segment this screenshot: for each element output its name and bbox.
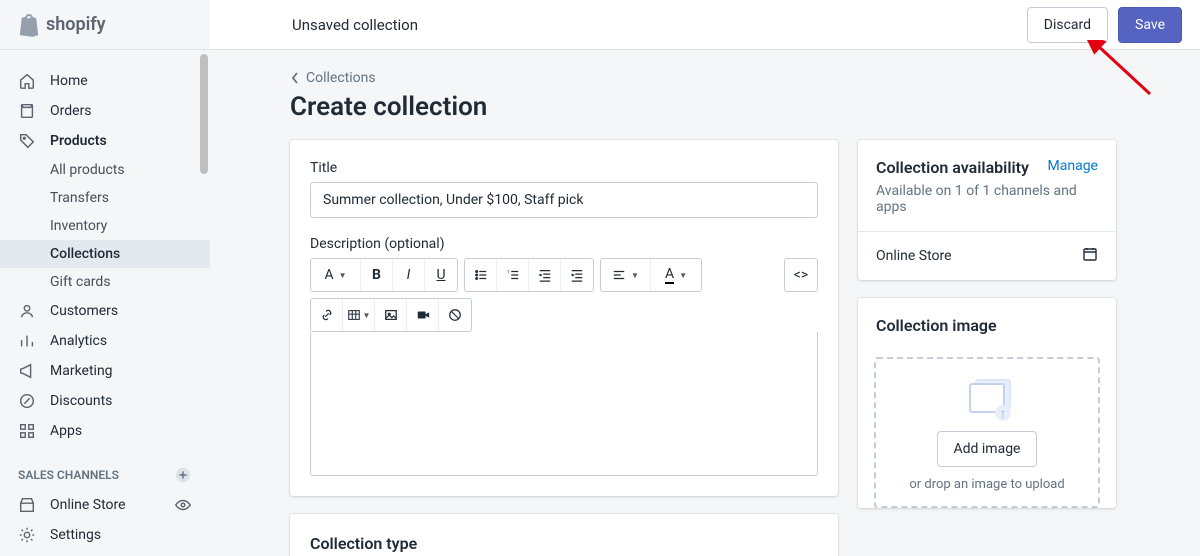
sidebar-item-discounts[interactable]: Discounts bbox=[0, 386, 210, 416]
chevron-left-icon bbox=[290, 71, 300, 85]
manage-link[interactable]: Manage bbox=[1048, 158, 1098, 174]
store-icon bbox=[18, 496, 36, 514]
sidebar-item-label: Online Store bbox=[50, 497, 160, 513]
topbar-status: Unsaved collection bbox=[210, 16, 1027, 34]
scrollbar-thumb[interactable] bbox=[200, 54, 208, 174]
sidebar-item-label: Marketing bbox=[50, 363, 113, 379]
topbar-actions: Discard Save bbox=[1027, 7, 1200, 43]
sidebar-item-label: Customers bbox=[50, 303, 118, 319]
rte-clear[interactable] bbox=[439, 299, 471, 331]
sidebar-item-label: Orders bbox=[50, 103, 92, 119]
breadcrumb[interactable]: Collections bbox=[290, 70, 1200, 86]
rte-format-dropdown[interactable]: A▼ bbox=[311, 259, 361, 291]
orders-icon bbox=[18, 102, 36, 120]
availability-card: Collection availability Manage Available… bbox=[858, 140, 1116, 280]
eye-icon[interactable] bbox=[174, 496, 192, 514]
rte-indent[interactable] bbox=[561, 259, 593, 291]
add-channel-icon[interactable] bbox=[174, 466, 192, 484]
sidebar-subitem-collections[interactable]: Collections bbox=[0, 240, 210, 268]
gear-icon bbox=[18, 526, 36, 544]
analytics-icon bbox=[18, 332, 36, 350]
description-input[interactable] bbox=[310, 332, 818, 476]
sidebar-item-apps[interactable]: Apps bbox=[0, 416, 210, 446]
collection-image-card: Collection image ↑ Add image or drop an … bbox=[858, 298, 1116, 508]
sidebar-item-marketing[interactable]: Marketing bbox=[0, 356, 210, 386]
availability-row-online-store[interactable]: Online Store bbox=[858, 231, 1116, 280]
sidebar-item-customers[interactable]: Customers bbox=[0, 296, 210, 326]
sidebar-subitem-all-products[interactable]: All products bbox=[0, 156, 210, 184]
shopify-bag-icon bbox=[18, 13, 40, 37]
save-button[interactable]: Save bbox=[1118, 7, 1182, 43]
sidebar-item-settings[interactable]: Settings bbox=[0, 520, 210, 550]
rte-video[interactable] bbox=[407, 299, 439, 331]
rte-underline[interactable]: U bbox=[425, 259, 457, 291]
logo-text: shopify bbox=[46, 14, 106, 35]
collection-image-title: Collection image bbox=[876, 316, 997, 335]
discount-icon bbox=[18, 392, 36, 410]
add-image-button[interactable]: Add image bbox=[937, 431, 1038, 467]
sidebar-item-label: Apps bbox=[50, 423, 82, 439]
title-field-label: Title bbox=[310, 160, 818, 176]
rte-link[interactable] bbox=[311, 299, 343, 331]
channel-name: Online Store bbox=[876, 248, 952, 264]
apps-icon bbox=[18, 422, 36, 440]
title-input[interactable] bbox=[310, 182, 818, 218]
customer-icon bbox=[18, 302, 36, 320]
sidebar-subitem-transfers[interactable]: Transfers bbox=[0, 184, 210, 212]
rte-html-toggle[interactable]: <> bbox=[785, 259, 817, 291]
sidebar-item-label: Products bbox=[50, 133, 107, 149]
sidebar-subitem-gift-cards[interactable]: Gift cards bbox=[0, 268, 210, 296]
page-title: Create collection bbox=[290, 92, 1200, 122]
sales-channels-heading: SALES CHANNELS bbox=[0, 460, 210, 490]
calendar-icon[interactable] bbox=[1082, 246, 1098, 266]
home-icon bbox=[18, 72, 36, 90]
collection-type-card: Collection type bbox=[290, 514, 838, 556]
availability-title: Collection availability bbox=[876, 158, 1029, 177]
sidebar-item-home[interactable]: Home bbox=[0, 66, 210, 96]
logo[interactable]: shopify bbox=[0, 0, 210, 49]
availability-subtitle: Available on 1 of 1 channels and apps bbox=[858, 183, 1116, 231]
rte-image[interactable] bbox=[375, 299, 407, 331]
upload-placeholder-icon: ↑ bbox=[963, 379, 1011, 419]
sidebar-subitem-inventory[interactable]: Inventory bbox=[0, 212, 210, 240]
sidebar-item-label: Home bbox=[50, 73, 88, 89]
rte-bullet-list[interactable] bbox=[465, 259, 497, 291]
rte-align-dropdown[interactable]: ▼ bbox=[601, 259, 651, 291]
megaphone-icon bbox=[18, 362, 36, 380]
rte-italic[interactable]: I bbox=[393, 259, 425, 291]
breadcrumb-label: Collections bbox=[306, 70, 376, 86]
sidebar-item-label: Analytics bbox=[50, 333, 107, 349]
title-description-card: Title Description (optional) A▼ B I U bbox=[290, 140, 838, 496]
svg-text:1: 1 bbox=[506, 270, 508, 275]
rte-color-dropdown[interactable]: A▼ bbox=[651, 259, 701, 291]
main-content: Collections Create collection Title Desc… bbox=[210, 50, 1200, 556]
sidebar-item-label: Settings bbox=[50, 527, 101, 543]
rte-table[interactable]: ▼ bbox=[343, 299, 375, 331]
image-dropzone[interactable]: ↑ Add image or drop an image to upload bbox=[874, 357, 1100, 508]
dropzone-hint: or drop an image to upload bbox=[886, 477, 1088, 492]
description-field-label: Description (optional) bbox=[310, 236, 818, 252]
sidebar-item-orders[interactable]: Orders bbox=[0, 96, 210, 126]
sales-channels-label: SALES CHANNELS bbox=[18, 468, 119, 482]
rte-outdent[interactable] bbox=[529, 259, 561, 291]
sidebar-item-products[interactable]: Products bbox=[0, 126, 210, 156]
sidebar: Home Orders Products All products Transf… bbox=[0, 50, 210, 556]
discard-button[interactable]: Discard bbox=[1027, 7, 1108, 43]
top-bar: shopify Unsaved collection Discard Save bbox=[0, 0, 1200, 50]
sidebar-item-label: Discounts bbox=[50, 393, 112, 409]
rte-editor: A▼ B I U 1 bbox=[310, 258, 818, 476]
rte-ordered-list[interactable]: 1 bbox=[497, 259, 529, 291]
rte-bold[interactable]: B bbox=[361, 259, 393, 291]
tag-icon bbox=[18, 132, 36, 150]
sidebar-item-analytics[interactable]: Analytics bbox=[0, 326, 210, 356]
sidebar-item-online-store[interactable]: Online Store bbox=[0, 490, 210, 520]
collection-type-heading: Collection type bbox=[310, 534, 818, 553]
